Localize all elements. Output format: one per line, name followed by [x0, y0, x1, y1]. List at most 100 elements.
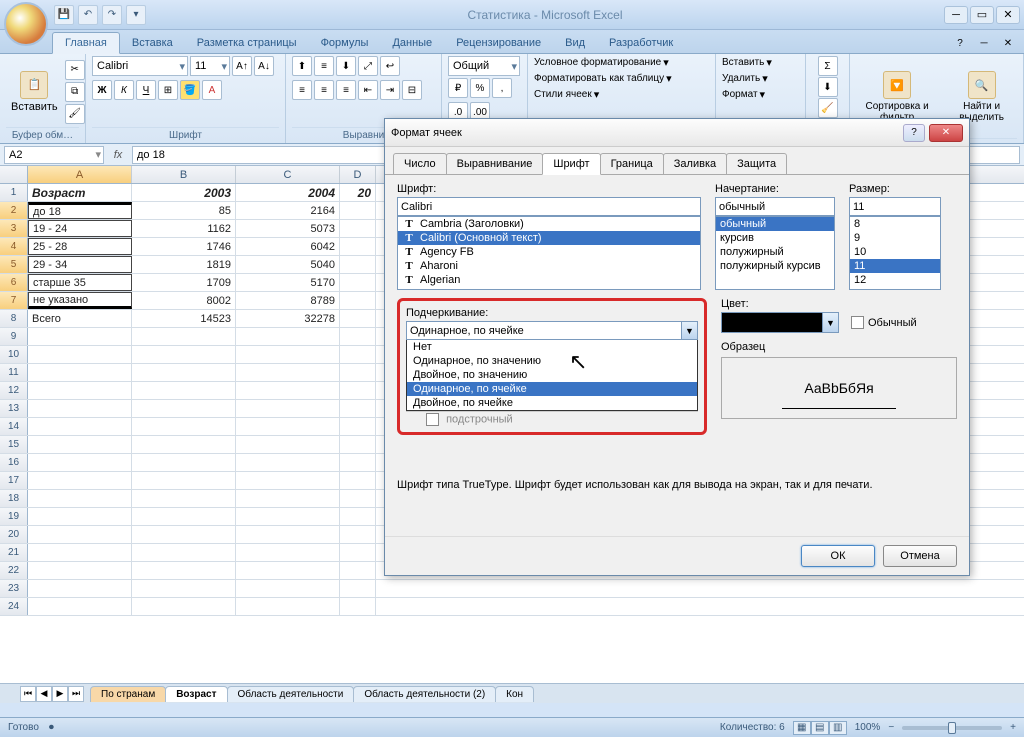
tab-view[interactable]: Вид: [553, 33, 597, 53]
cell[interactable]: [340, 508, 376, 525]
row-header[interactable]: 4: [0, 238, 28, 255]
cell[interactable]: [28, 580, 132, 597]
percent-icon[interactable]: %: [470, 78, 490, 98]
zoom-slider[interactable]: [902, 726, 1002, 730]
cell[interactable]: [28, 436, 132, 453]
row-header[interactable]: 8: [0, 310, 28, 327]
cell[interactable]: [132, 580, 236, 597]
cell[interactable]: [132, 364, 236, 381]
cell[interactable]: 85: [132, 202, 236, 219]
cell[interactable]: [132, 346, 236, 363]
underline-opt-double-value[interactable]: Двойное, по значению: [407, 368, 697, 382]
close-button[interactable]: ✕: [996, 6, 1020, 24]
cut-icon[interactable]: ✂: [65, 60, 85, 80]
autosum-icon[interactable]: Σ: [818, 56, 838, 76]
dialog-help-button[interactable]: ?: [903, 124, 925, 142]
cell[interactable]: [340, 544, 376, 561]
redo-icon[interactable]: ↷: [102, 5, 122, 25]
page-break-view-icon[interactable]: ▥: [829, 721, 847, 735]
macro-record-icon[interactable]: ⏺: [49, 722, 54, 733]
normal-font-checkbox[interactable]: [851, 316, 864, 329]
cell[interactable]: [132, 382, 236, 399]
cell[interactable]: [28, 418, 132, 435]
cell[interactable]: [236, 526, 340, 543]
align-right-icon[interactable]: ≡: [336, 80, 356, 100]
cell[interactable]: [28, 544, 132, 561]
cell[interactable]: [236, 580, 340, 597]
normal-view-icon[interactable]: ▦: [793, 721, 811, 735]
italic-button[interactable]: К: [114, 80, 134, 100]
cell[interactable]: 32278: [236, 310, 340, 327]
paste-button[interactable]: 📋 Вставить: [6, 68, 63, 116]
row-header[interactable]: 6: [0, 274, 28, 291]
color-dropdown-icon[interactable]: ▼: [822, 312, 839, 333]
row-header[interactable]: 18: [0, 490, 28, 507]
cell[interactable]: [28, 454, 132, 471]
bold-button[interactable]: Ж: [92, 80, 112, 100]
cell[interactable]: 5170: [236, 274, 340, 291]
col-header-a[interactable]: A: [28, 166, 132, 183]
row-header[interactable]: 11: [0, 364, 28, 381]
indent-increase-icon[interactable]: ⇥: [380, 80, 400, 100]
cell[interactable]: 2004: [236, 184, 340, 201]
font-name-input[interactable]: [397, 197, 701, 216]
row-header[interactable]: 3: [0, 220, 28, 237]
cell[interactable]: [236, 346, 340, 363]
copy-icon[interactable]: ⧉: [65, 82, 85, 102]
font-list[interactable]: TCambria (Заголовки) TCalibri (Основной …: [397, 216, 701, 290]
format-painter-icon[interactable]: 🖌: [65, 104, 85, 124]
comma-icon[interactable]: ,: [492, 78, 512, 98]
dlg-tab-border[interactable]: Граница: [600, 153, 664, 175]
row-header[interactable]: 10: [0, 346, 28, 363]
underline-opt-double-cell[interactable]: Двойное, по ячейке: [407, 396, 697, 410]
cell[interactable]: [28, 346, 132, 363]
cell[interactable]: [28, 472, 132, 489]
dlg-tab-font[interactable]: Шрифт: [542, 153, 600, 175]
cell-styles-button[interactable]: Стили ячеек: [534, 89, 592, 100]
cell[interactable]: [28, 562, 132, 579]
sheet-tab-1[interactable]: Возраст: [165, 686, 227, 702]
cell[interactable]: [132, 328, 236, 345]
tab-review[interactable]: Рецензирование: [444, 33, 553, 53]
cell[interactable]: 14523: [132, 310, 236, 327]
select-all-corner[interactable]: [0, 166, 28, 183]
row-header[interactable]: 1: [0, 184, 28, 201]
cell[interactable]: 19 - 24: [28, 220, 132, 237]
cell[interactable]: [236, 400, 340, 417]
cell[interactable]: [340, 364, 376, 381]
merge-icon[interactable]: ⊟: [402, 80, 422, 100]
font-style-input[interactable]: [715, 197, 835, 216]
row-header[interactable]: 16: [0, 454, 28, 471]
tab-home[interactable]: Главная: [52, 32, 120, 54]
sheet-tab-3[interactable]: Область деятельности (2): [353, 686, 496, 702]
row-header[interactable]: 7: [0, 292, 28, 309]
cell[interactable]: 25 - 28: [28, 238, 132, 255]
underline-dropdown-list[interactable]: Нет Одинарное, по значению Двойное, по з…: [406, 339, 698, 411]
workbook-close-icon[interactable]: ✕: [998, 33, 1018, 53]
first-sheet-icon[interactable]: ⏮: [20, 686, 36, 702]
font-color-combo[interactable]: ▼: [721, 312, 839, 333]
cell[interactable]: Всего: [28, 310, 132, 327]
align-bottom-icon[interactable]: ⬇: [336, 56, 356, 76]
indent-decrease-icon[interactable]: ⇤: [358, 80, 378, 100]
tab-page-layout[interactable]: Разметка страницы: [185, 33, 309, 53]
minimize-button[interactable]: ─: [944, 6, 968, 24]
cell[interactable]: [340, 526, 376, 543]
cell[interactable]: 29 - 34: [28, 256, 132, 273]
cell[interactable]: [236, 544, 340, 561]
cell[interactable]: [132, 562, 236, 579]
cell[interactable]: [340, 346, 376, 363]
office-button[interactable]: [4, 2, 48, 46]
size-list[interactable]: 8 9 10 11 12 14: [849, 216, 941, 290]
underline-dropdown-icon[interactable]: ▼: [681, 321, 698, 340]
cell[interactable]: [340, 454, 376, 471]
cell[interactable]: [132, 418, 236, 435]
align-center-icon[interactable]: ≡: [314, 80, 334, 100]
cell[interactable]: 1819: [132, 256, 236, 273]
align-middle-icon[interactable]: ≡: [314, 56, 334, 76]
fill-icon[interactable]: ⬇: [818, 77, 838, 97]
row-header[interactable]: 22: [0, 562, 28, 579]
name-box[interactable]: A2: [4, 146, 104, 164]
row-header[interactable]: 17: [0, 472, 28, 489]
cell[interactable]: [340, 472, 376, 489]
